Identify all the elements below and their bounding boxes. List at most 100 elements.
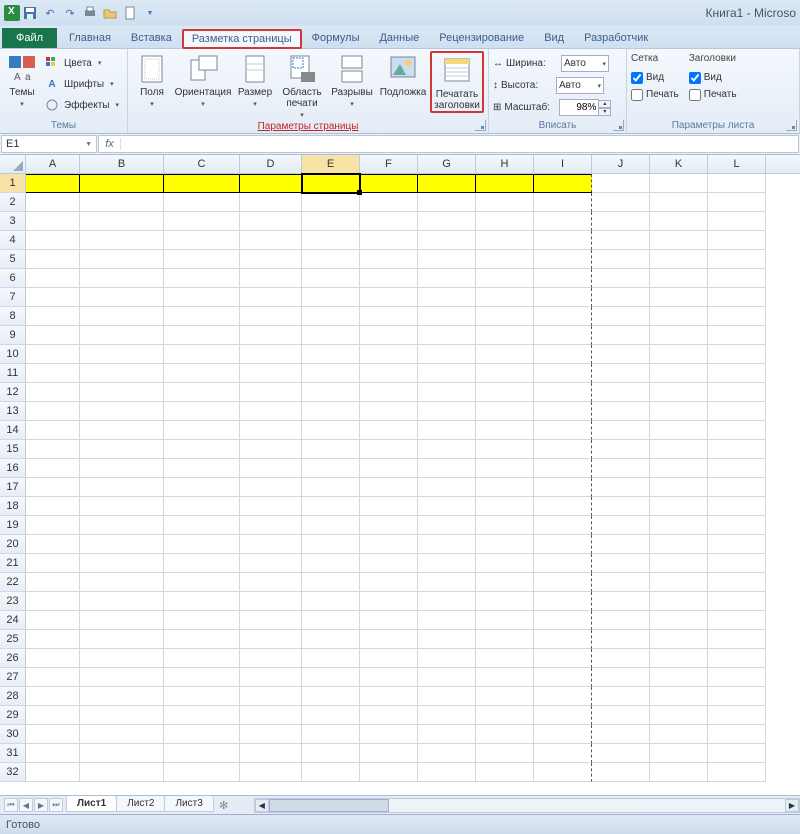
col-header-L[interactable]: L <box>708 155 766 173</box>
open-icon[interactable] <box>102 5 118 21</box>
cell-B8[interactable] <box>80 307 164 326</box>
cell-E23[interactable] <box>302 592 360 611</box>
cell-H15[interactable] <box>476 440 534 459</box>
cell-I25[interactable] <box>534 630 592 649</box>
cell-D16[interactable] <box>240 459 302 478</box>
cell-I22[interactable] <box>534 573 592 592</box>
cell-J15[interactable] <box>592 440 650 459</box>
cell-E29[interactable] <box>302 706 360 725</box>
cell-H17[interactable] <box>476 478 534 497</box>
cell-H30[interactable] <box>476 725 534 744</box>
row-header-11[interactable]: 11 <box>0 364 26 383</box>
cell-G11[interactable] <box>418 364 476 383</box>
cell-A27[interactable] <box>26 668 80 687</box>
cell-K10[interactable] <box>650 345 708 364</box>
cell-G23[interactable] <box>418 592 476 611</box>
cell-L20[interactable] <box>708 535 766 554</box>
cell-G14[interactable] <box>418 421 476 440</box>
cell-K15[interactable] <box>650 440 708 459</box>
cell-L28[interactable] <box>708 687 766 706</box>
cell-I19[interactable] <box>534 516 592 535</box>
col-header-A[interactable]: A <box>26 155 80 173</box>
cell-L22[interactable] <box>708 573 766 592</box>
cell-G17[interactable] <box>418 478 476 497</box>
cell-I28[interactable] <box>534 687 592 706</box>
cell-H6[interactable] <box>476 269 534 288</box>
cell-H8[interactable] <box>476 307 534 326</box>
cell-G9[interactable] <box>418 326 476 345</box>
row-header-3[interactable]: 3 <box>0 212 26 231</box>
cell-J10[interactable] <box>592 345 650 364</box>
cell-E20[interactable] <box>302 535 360 554</box>
cell-D1[interactable] <box>240 174 302 193</box>
cell-D19[interactable] <box>240 516 302 535</box>
cell-I14[interactable] <box>534 421 592 440</box>
cell-J28[interactable] <box>592 687 650 706</box>
cell-F11[interactable] <box>360 364 418 383</box>
cell-D18[interactable] <box>240 497 302 516</box>
cell-B24[interactable] <box>80 611 164 630</box>
cell-F2[interactable] <box>360 193 418 212</box>
cell-C3[interactable] <box>164 212 240 231</box>
cell-A17[interactable] <box>26 478 80 497</box>
cell-I3[interactable] <box>534 212 592 231</box>
cell-I20[interactable] <box>534 535 592 554</box>
cell-D21[interactable] <box>240 554 302 573</box>
cell-F25[interactable] <box>360 630 418 649</box>
cell-E16[interactable] <box>302 459 360 478</box>
cell-C30[interactable] <box>164 725 240 744</box>
cell-C11[interactable] <box>164 364 240 383</box>
row-header-17[interactable]: 17 <box>0 478 26 497</box>
cell-H26[interactable] <box>476 649 534 668</box>
row-header-16[interactable]: 16 <box>0 459 26 478</box>
cell-L26[interactable] <box>708 649 766 668</box>
cell-B30[interactable] <box>80 725 164 744</box>
cell-J25[interactable] <box>592 630 650 649</box>
cell-D11[interactable] <box>240 364 302 383</box>
cell-J8[interactable] <box>592 307 650 326</box>
size-button[interactable]: Размер▾ <box>234 51 276 109</box>
cell-E5[interactable] <box>302 250 360 269</box>
cell-B3[interactable] <box>80 212 164 231</box>
row-header-20[interactable]: 20 <box>0 535 26 554</box>
row-header-5[interactable]: 5 <box>0 250 26 269</box>
cell-I5[interactable] <box>534 250 592 269</box>
cell-L14[interactable] <box>708 421 766 440</box>
cell-D12[interactable] <box>240 383 302 402</box>
cell-A32[interactable] <box>26 763 80 782</box>
cell-G22[interactable] <box>418 573 476 592</box>
print-area-button[interactable]: Область печати▾ <box>278 51 326 120</box>
cell-H3[interactable] <box>476 212 534 231</box>
scroll-thumb[interactable] <box>269 799 389 812</box>
cell-C5[interactable] <box>164 250 240 269</box>
cell-J32[interactable] <box>592 763 650 782</box>
cell-K6[interactable] <box>650 269 708 288</box>
height-combo[interactable]: Авто▾ <box>556 77 604 94</box>
cell-F10[interactable] <box>360 345 418 364</box>
headings-view-checkbox[interactable]: Вид <box>689 69 737 86</box>
cell-H7[interactable] <box>476 288 534 307</box>
cell-E28[interactable] <box>302 687 360 706</box>
cell-K20[interactable] <box>650 535 708 554</box>
cell-G1[interactable] <box>418 174 476 193</box>
cell-B17[interactable] <box>80 478 164 497</box>
cell-I1[interactable] <box>534 174 592 193</box>
sheet-nav-last[interactable]: ⏭ <box>49 798 63 812</box>
cell-G30[interactable] <box>418 725 476 744</box>
cell-J11[interactable] <box>592 364 650 383</box>
cell-C24[interactable] <box>164 611 240 630</box>
cell-K19[interactable] <box>650 516 708 535</box>
row-header-13[interactable]: 13 <box>0 402 26 421</box>
cell-K14[interactable] <box>650 421 708 440</box>
cell-L31[interactable] <box>708 744 766 763</box>
cell-A23[interactable] <box>26 592 80 611</box>
cell-G5[interactable] <box>418 250 476 269</box>
cell-D25[interactable] <box>240 630 302 649</box>
cell-C1[interactable] <box>164 174 240 193</box>
row-header-18[interactable]: 18 <box>0 497 26 516</box>
cell-L11[interactable] <box>708 364 766 383</box>
tab-6[interactable]: Вид <box>534 28 574 48</box>
cell-I2[interactable] <box>534 193 592 212</box>
row-header-26[interactable]: 26 <box>0 649 26 668</box>
cell-D9[interactable] <box>240 326 302 345</box>
